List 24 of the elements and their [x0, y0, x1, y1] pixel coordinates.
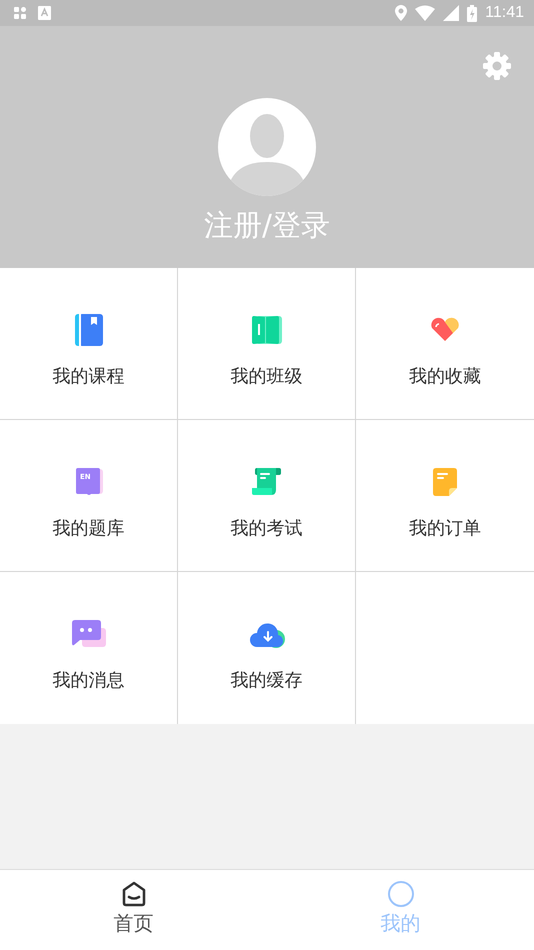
signal-icon — [443, 5, 460, 21]
scroll-icon[interactable] — [252, 466, 282, 498]
location-icon — [395, 5, 408, 21]
menu-label[interactable]: 我的班级 — [230, 364, 302, 388]
battery-icon — [467, 4, 478, 22]
menu-label[interactable]: 我的订单 — [409, 516, 481, 540]
apps-icon — [14, 7, 26, 19]
profile-icon — [386, 880, 414, 908]
menu-label[interactable]: 我的课程 — [52, 364, 124, 388]
open-book-icon[interactable] — [252, 314, 282, 346]
menu-label[interactable]: 我的考试 — [230, 516, 302, 540]
menu-label[interactable]: 我的缓存 — [230, 668, 302, 692]
tab-item[interactable]: 首页 — [0, 870, 267, 950]
status-time: 11:41 — [485, 4, 524, 22]
book-icon[interactable] — [74, 314, 102, 346]
menu-label[interactable]: 我的消息 — [52, 668, 124, 692]
keyboard-icon — [38, 6, 51, 20]
settings-icon[interactable] — [482, 51, 512, 81]
avatar-icon[interactable] — [218, 98, 316, 196]
chat-icon[interactable] — [72, 618, 106, 650]
wifi-icon — [415, 5, 436, 21]
menu-label[interactable]: 我的收藏 — [409, 364, 481, 388]
menu-label[interactable]: 我的题库 — [52, 516, 124, 540]
note-icon[interactable] — [433, 466, 457, 498]
